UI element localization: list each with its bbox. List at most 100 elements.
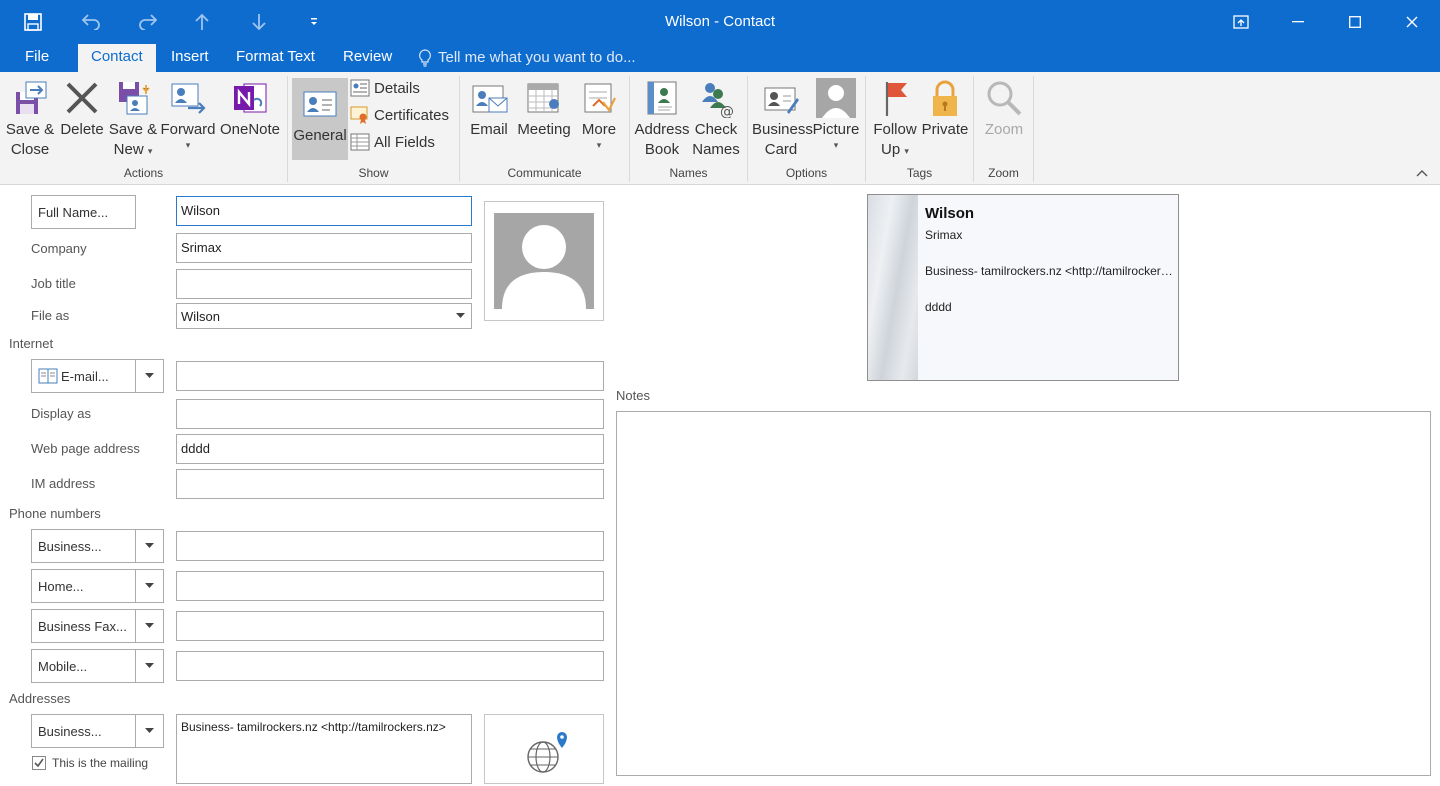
all-fields-icon [350, 133, 370, 151]
save-close-button[interactable]: Save & Close [4, 78, 56, 160]
more-button[interactable]: More ▾ [576, 78, 622, 150]
save-icon[interactable] [24, 12, 81, 32]
magnifier-icon [987, 81, 1022, 116]
save-new-button[interactable]: Save & New ▾ [108, 78, 158, 160]
web-page-label: Web page address [31, 441, 140, 456]
company-field[interactable]: Srimax [176, 233, 472, 263]
address-type-button[interactable]: Business... [31, 714, 136, 748]
email-type-dropdown[interactable] [135, 359, 164, 393]
more-dropdown-icon[interactable]: ▾ [576, 140, 622, 150]
tell-me-search[interactable]: Tell me what you want to do... [418, 44, 636, 72]
email-icon [472, 85, 508, 113]
ribbon-display-options-icon[interactable] [1212, 0, 1269, 44]
redo-icon[interactable] [138, 12, 195, 32]
mailing-address-checkbox[interactable]: This is the mailing [32, 756, 148, 770]
details-button[interactable]: Details [350, 76, 420, 100]
display-as-field[interactable] [176, 399, 604, 429]
up-icon[interactable] [195, 12, 252, 32]
check-names-button[interactable]: @ Check Names [690, 78, 742, 160]
general-button[interactable]: General [292, 78, 348, 160]
forward-dropdown-icon[interactable]: ▾ [160, 140, 216, 150]
zoom-button[interactable]: Zoom [980, 78, 1028, 140]
onenote-button[interactable]: OneNote [218, 78, 282, 140]
meeting-button[interactable]: Meeting [514, 78, 574, 140]
certificates-button[interactable]: Certificates [350, 103, 449, 127]
phone-type-button[interactable]: Business... [31, 529, 136, 563]
email-button[interactable]: Email [466, 78, 512, 140]
business-card-button[interactable]: Business Card [752, 78, 813, 160]
forward-label: Forward [160, 121, 216, 138]
more-icon [584, 83, 616, 113]
tab-file[interactable]: File [12, 44, 62, 72]
phone-type-button[interactable]: Business Fax... [31, 609, 136, 643]
globe-map-icon [527, 732, 567, 773]
minimize-icon[interactable] [1269, 0, 1326, 44]
phone-type-dropdown[interactable] [135, 569, 164, 603]
phone-type-dropdown[interactable] [135, 529, 164, 563]
phone-field[interactable] [176, 571, 604, 601]
forward-button[interactable]: Forward ▾ [160, 78, 216, 150]
tab-contact[interactable]: Contact [78, 44, 156, 72]
phone-type-dropdown[interactable] [135, 649, 164, 683]
tab-format-text[interactable]: Format Text [223, 44, 328, 72]
phone-field[interactable] [176, 611, 604, 641]
close-icon[interactable] [1383, 0, 1440, 44]
check-names-label-2: Names [692, 141, 740, 158]
contact-form: Full Name... Wilson Company Srimax Job t… [0, 185, 1440, 784]
card-address: Business- tamilrockers.nz <http://tamilr… [925, 264, 1174, 278]
chevron-down-icon [456, 313, 465, 318]
checkbox-box[interactable] [32, 756, 46, 770]
business-card-preview[interactable]: Wilson Srimax Business- tamilrockers.nz … [867, 194, 1179, 381]
forward-icon [171, 83, 206, 114]
all-fields-button[interactable]: All Fields [350, 130, 435, 154]
tab-review[interactable]: Review [330, 44, 405, 72]
maximize-icon[interactable] [1326, 0, 1383, 44]
full-name-field[interactable]: Wilson [176, 196, 472, 226]
save-close-icon [16, 81, 47, 114]
svg-text:@: @ [720, 104, 734, 118]
address-field[interactable]: Business- tamilrockers.nz <http://tamilr… [176, 714, 472, 784]
private-button[interactable]: Private [920, 78, 970, 140]
email-type-button[interactable]: E-mail... [31, 359, 136, 393]
phone-type-button[interactable]: Home... [31, 569, 136, 603]
notes-field[interactable] [616, 411, 1431, 776]
check-names-icon: @ [702, 83, 734, 118]
chevron-down-icon [145, 663, 154, 668]
card-name: Wilson [925, 205, 975, 222]
down-icon[interactable] [252, 12, 309, 32]
meeting-icon [527, 83, 559, 113]
delete-button[interactable]: Delete [58, 78, 106, 140]
card-web: dddd [925, 300, 952, 314]
undo-icon[interactable] [81, 12, 138, 32]
picture-dropdown-icon[interactable]: ▾ [812, 140, 860, 150]
map-it-button[interactable] [484, 714, 604, 784]
business-card-icon [764, 87, 799, 114]
contact-photo[interactable] [484, 201, 604, 321]
customize-icon[interactable] [309, 12, 366, 32]
email-type-label: E-mail... [61, 368, 109, 384]
picture-button[interactable]: Picture ▾ [812, 78, 860, 150]
names-group-label: Names [669, 166, 708, 180]
full-name-button[interactable]: Full Name... [31, 195, 136, 229]
chevron-down-icon [145, 728, 154, 733]
phone-field[interactable] [176, 531, 604, 561]
save-close-label-1: Save & [5, 121, 55, 138]
address-book-label-2: Book [644, 141, 680, 158]
job-title-field[interactable] [176, 269, 472, 299]
file-as-select[interactable]: Wilson [176, 303, 472, 329]
im-address-field[interactable] [176, 469, 604, 499]
collapse-ribbon-icon[interactable] [1416, 166, 1428, 180]
tell-me-text: Tell me what you want to do... [438, 49, 636, 66]
follow-up-button[interactable]: Follow Up ▾ [870, 78, 920, 160]
email-field[interactable] [176, 361, 604, 391]
private-label: Private [921, 121, 969, 138]
address-book-button[interactable]: Address Book [634, 78, 690, 160]
tab-insert[interactable]: Insert [158, 44, 222, 72]
job-title-label: Job title [31, 276, 76, 291]
phone-type-button[interactable]: Mobile... [31, 649, 136, 683]
show-group-label: Show [358, 166, 389, 180]
phone-type-dropdown[interactable] [135, 609, 164, 643]
address-type-dropdown[interactable] [135, 714, 164, 748]
phone-field[interactable] [176, 651, 604, 681]
web-page-field[interactable]: dddd [176, 434, 604, 464]
